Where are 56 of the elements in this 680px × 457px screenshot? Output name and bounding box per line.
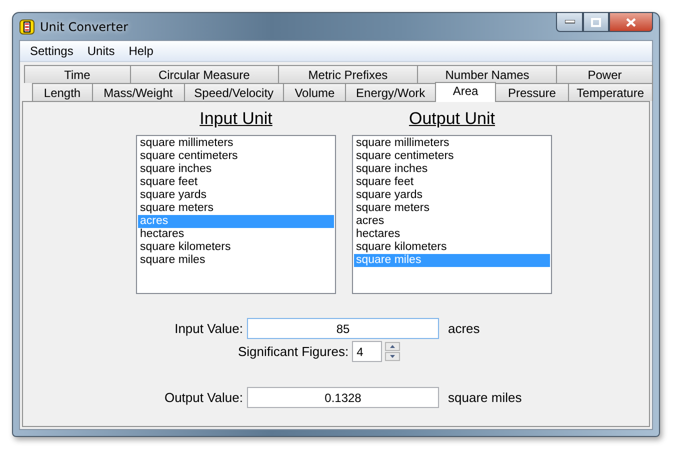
app-icon [19, 18, 35, 34]
tab[interactable]: Number Names [417, 65, 558, 83]
tab[interactable]: Length [32, 83, 93, 101]
list-item[interactable]: square centimeters [354, 150, 550, 163]
minimize-icon [564, 20, 574, 24]
input-field[interactable]: 4 [352, 341, 382, 362]
list-item[interactable]: square kilometers [138, 241, 334, 254]
tab[interactable]: Temperature [568, 83, 653, 101]
list-item[interactable]: square feet [354, 176, 550, 189]
minimize-button[interactable] [556, 12, 583, 32]
list-item[interactable]: square yards [138, 189, 334, 202]
list-item[interactable]: square feet [138, 176, 334, 189]
menu-item[interactable]: Help [122, 44, 160, 58]
field-label: Input Value: [174, 321, 243, 336]
maximize-icon [591, 18, 601, 26]
list-item[interactable]: square miles [138, 254, 334, 267]
list-item[interactable]: square centimeters [138, 150, 334, 163]
list-item[interactable]: square yards [354, 189, 550, 202]
list-heading: Output Unit [409, 109, 495, 130]
field-label: Significant Figures: [238, 344, 349, 359]
list-item[interactable]: square kilometers [354, 241, 550, 254]
list-item[interactable]: square millimeters [138, 137, 334, 150]
list-heading: Input Unit [200, 109, 272, 130]
spin-down-button[interactable] [384, 352, 400, 361]
list-item[interactable]: hectares [354, 228, 550, 241]
tab[interactable]: Energy/Work [345, 83, 436, 101]
tab[interactable]: Power [556, 65, 653, 83]
tab[interactable]: Circular Measure [130, 65, 279, 83]
tab[interactable]: Speed/Velocity [184, 83, 284, 101]
list-item[interactable]: square meters [138, 202, 334, 215]
tab[interactable]: Volume [282, 83, 346, 101]
tab[interactable]: Pressure [495, 83, 569, 101]
unit-label: acres [448, 321, 481, 336]
menu-item[interactable]: Units [80, 44, 122, 58]
list-item[interactable]: acres [354, 215, 550, 228]
list-item[interactable]: square millimeters [354, 137, 550, 150]
output-field[interactable]: 0.1328 [247, 387, 439, 408]
window-title: Unit Converter [40, 20, 130, 34]
tab[interactable]: Time [24, 65, 130, 83]
list-item[interactable]: square inches [354, 163, 550, 176]
close-icon [626, 18, 636, 26]
close-button[interactable] [609, 12, 653, 32]
spin-up-button[interactable] [384, 342, 400, 351]
field-label: Output Value: [163, 390, 243, 405]
unit-list[interactable]: square millimeters square centimeters square inches square feet square yards square meters acres hectares square kilometers square miles [352, 135, 552, 294]
maximize-button[interactable] [583, 12, 609, 32]
unit-list[interactable]: square millimeters square centimeters square inches square feet square yards square meters acres hectares square kilometers square miles [136, 135, 336, 294]
unit-label: square miles [448, 390, 523, 405]
input-field[interactable]: 85 [247, 318, 439, 339]
tab[interactable]: Metric Prefixes [278, 65, 418, 83]
list-item[interactable]: square meters [354, 202, 550, 215]
tab[interactable]: Area [434, 82, 496, 102]
tab[interactable]: Mass/Weight [92, 83, 185, 101]
list-item[interactable]: square inches [138, 163, 334, 176]
list-item[interactable]: hectares [138, 228, 334, 241]
menu-item[interactable]: Settings [23, 44, 80, 58]
